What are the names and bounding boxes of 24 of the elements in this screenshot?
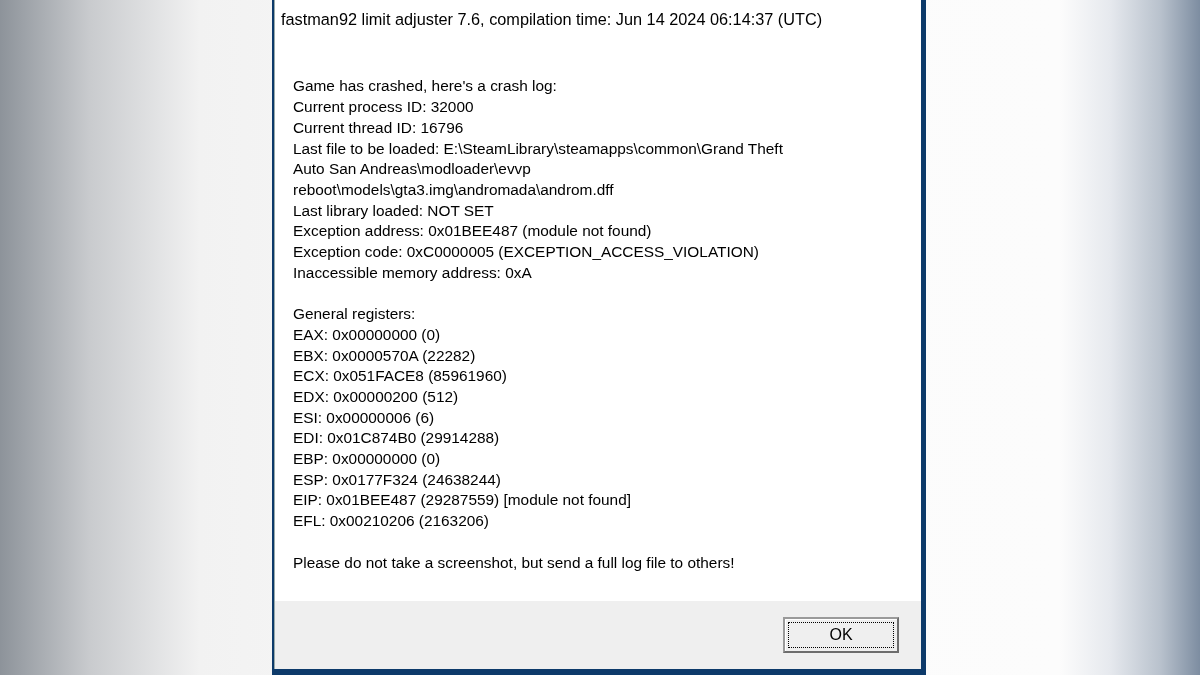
log-line: Current thread ID: 16796 <box>293 117 465 138</box>
log-line: EBX: 0x0000570A (22282) <box>293 345 477 366</box>
log-line: Auto San Andreas\modloader\evvp <box>293 159 532 180</box>
log-line: Inaccessible memory address: 0xA <box>293 262 533 283</box>
log-line: Exception code: 0xC0000005 (EXCEPTION_ACCESS_VIOLATION) <box>293 242 760 263</box>
log-line: EBP: 0x00000000 (0) <box>293 449 442 470</box>
ok-button[interactable]: OK <box>783 617 899 653</box>
log-line: Last library loaded: NOT SET <box>293 200 495 221</box>
log-line: EAX: 0x00000000 (0) <box>293 324 442 345</box>
log-line: ESI: 0x00000006 (6) <box>293 407 436 428</box>
log-line: ECX: 0x051FACE8 (85961960) <box>293 366 508 387</box>
log-line: Game has crashed, here's a crash log: <box>293 76 558 97</box>
log-line: EDI: 0x01C874B0 (29914288) <box>293 428 501 449</box>
log-line: Current process ID: 32000 <box>293 97 475 118</box>
log-line: reboot\models\gta3.img\andromada\androm.dff <box>293 179 615 200</box>
log-line: EFL: 0x00210206 (2163206) <box>293 511 490 532</box>
log-line: Please do not take a screenshot, but send a full log file to others! <box>293 552 736 573</box>
log-line: General registers: <box>293 304 417 325</box>
log-line: ESP: 0x0177F324 (24638244) <box>293 469 502 490</box>
log-line: Last file to be loaded: E:\SteamLibrary\steamapps\common\Grand Theft <box>293 138 784 159</box>
log-line: EIP: 0x01BEE487 (29287559) [module not found] <box>293 490 632 511</box>
log-line: EDX: 0x00000200 (512) <box>293 386 460 407</box>
log-line: Exception address: 0x01BEE487 (module not found) <box>293 221 653 242</box>
window-title: fastman92 limit adjuster 7.6, compilation time: Jun 14 2024 06:14:37 (UTC) <box>280 9 824 30</box>
